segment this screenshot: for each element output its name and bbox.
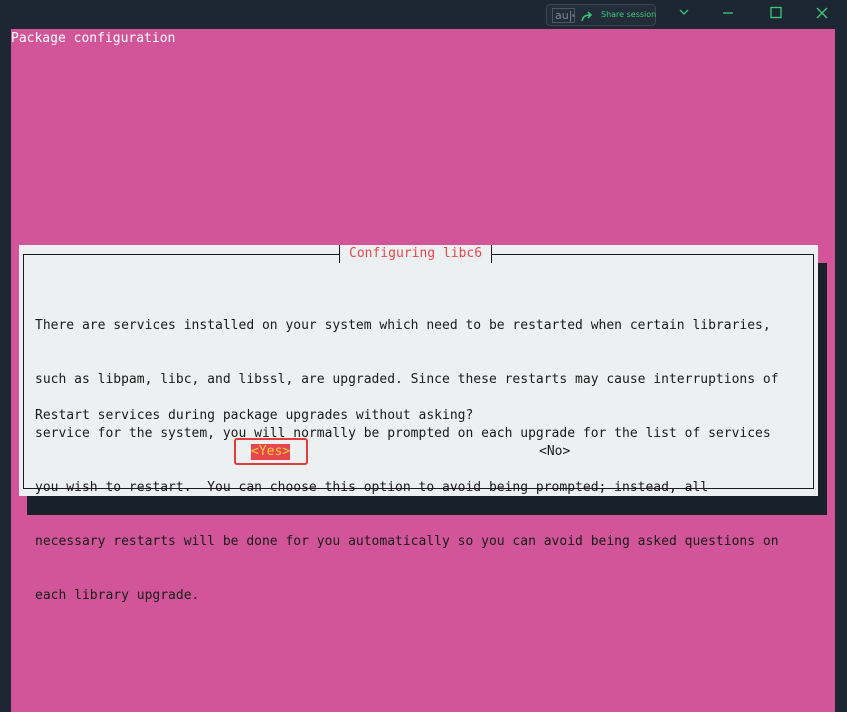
minimize-icon[interactable] [718, 4, 738, 22]
close-icon[interactable] [812, 4, 832, 22]
share-arrow-icon [580, 9, 594, 23]
message-line: There are services installed on your sys… [35, 318, 771, 333]
separator-dot [572, 14, 575, 17]
share-session-button[interactable]: au| Share session [546, 4, 656, 26]
maximize-icon[interactable] [766, 4, 786, 22]
message-line: you wish to restart. You can choose this… [35, 480, 709, 495]
message-line: such as libpam, libc, and libssl, are up… [35, 372, 779, 387]
message-line: necessary restarts will be done for you … [35, 534, 779, 549]
terminal-area[interactable]: Package configuration Configuring libc6 … [11, 29, 835, 712]
dialog-message: There are services installed on your sys… [35, 281, 805, 641]
window-titlebar: au| Share session [0, 0, 847, 30]
no-button[interactable]: <No> [539, 443, 570, 461]
dialog-question: Restart services during package upgrades… [35, 408, 474, 423]
yes-button[interactable]: <Yes> [251, 444, 291, 460]
chevron-down-icon[interactable] [674, 4, 694, 22]
dialog-title: Configuring libc6 [339, 245, 493, 263]
page-title: Package configuration [11, 31, 176, 46]
message-line: each library upgrade. [35, 588, 200, 603]
config-dialog: Configuring libc6 There are services ins… [19, 245, 818, 603]
share-session-label: Share session [601, 10, 657, 19]
message-line: service for the system, you will normall… [35, 426, 771, 441]
